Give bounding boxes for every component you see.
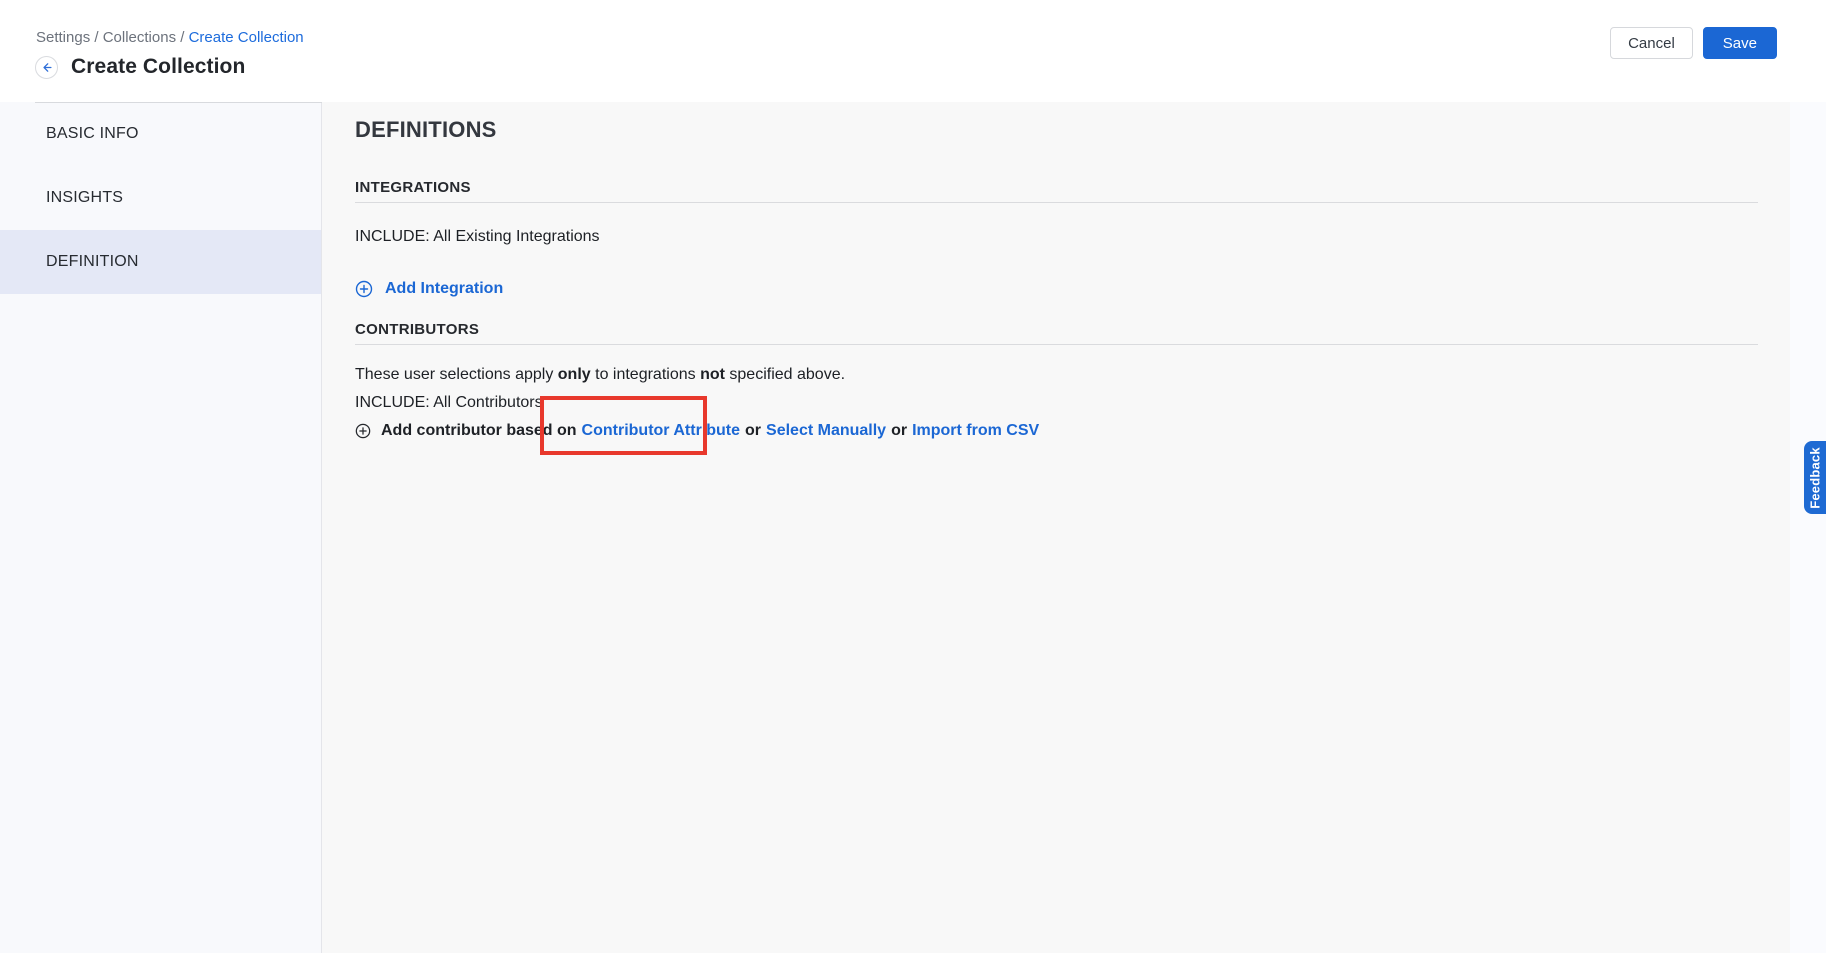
header-actions: Cancel Save — [1610, 27, 1777, 59]
arrow-left-icon — [40, 61, 53, 74]
page-header: Settings / Collections / Create Collecti… — [0, 0, 1826, 102]
note-bold-not: not — [700, 366, 725, 383]
note-bold-only: only — [558, 366, 591, 383]
feedback-tab[interactable]: Feedback — [1804, 441, 1826, 514]
contributor-attribute-link[interactable]: Contributor Attribute — [582, 417, 740, 445]
plus-circle-icon — [355, 423, 371, 439]
back-button[interactable] — [35, 56, 58, 79]
note-text: specified above. — [725, 366, 845, 383]
main-content: DEFINITIONS INTEGRATIONS INCLUDE: All Ex… — [322, 102, 1790, 953]
contributors-block: These user selections apply only to inte… — [355, 361, 1758, 445]
sidebar-item-insights[interactable]: INSIGHTS — [0, 166, 321, 230]
add-contributor-row: Add contributor based on Contributor Att… — [355, 417, 1758, 445]
page-right-margin — [1790, 102, 1826, 953]
save-button[interactable]: Save — [1703, 27, 1777, 59]
integrations-include-text: INCLUDE: All Existing Integrations — [355, 223, 1758, 251]
contributors-divider — [355, 344, 1758, 345]
sidebar-item-definition[interactable]: DEFINITION — [0, 230, 321, 294]
add-integration-row[interactable]: Add Integration — [355, 275, 1758, 303]
or-text: or — [745, 417, 761, 445]
body-row: BASIC INFO INSIGHTS DEFINITION DEFINITIO… — [0, 102, 1826, 953]
contributors-note: These user selections apply only to inte… — [355, 361, 1758, 389]
title-row: Create Collection — [35, 55, 245, 79]
add-integration-link[interactable]: Add Integration — [385, 280, 503, 298]
breadcrumb: Settings / Collections / Create Collecti… — [36, 29, 304, 46]
sidebar: BASIC INFO INSIGHTS DEFINITION — [0, 102, 322, 953]
feedback-tab-label: Feedback — [1808, 447, 1823, 509]
add-contributor-prefix: Add contributor based on — [381, 417, 577, 445]
contributors-include-text: INCLUDE: All Contributors — [355, 389, 1758, 417]
breadcrumb-path[interactable]: Settings / Collections / — [36, 29, 184, 46]
select-manually-link[interactable]: Select Manually — [766, 417, 886, 445]
or-text: or — [891, 417, 907, 445]
import-from-csv-link[interactable]: Import from CSV — [912, 417, 1039, 445]
plus-circle-icon — [355, 280, 373, 298]
integrations-divider — [355, 202, 1758, 203]
page-title: Create Collection — [71, 55, 245, 79]
contributors-label: CONTRIBUTORS — [355, 321, 1758, 339]
sidebar-item-basic-info[interactable]: BASIC INFO — [0, 102, 321, 166]
breadcrumb-current[interactable]: Create Collection — [189, 29, 304, 46]
note-text: to integrations — [591, 366, 700, 383]
cancel-button[interactable]: Cancel — [1610, 27, 1693, 59]
integrations-label: INTEGRATIONS — [355, 179, 1758, 197]
section-title: DEFINITIONS — [355, 117, 1758, 143]
note-text: These user selections apply — [355, 366, 558, 383]
